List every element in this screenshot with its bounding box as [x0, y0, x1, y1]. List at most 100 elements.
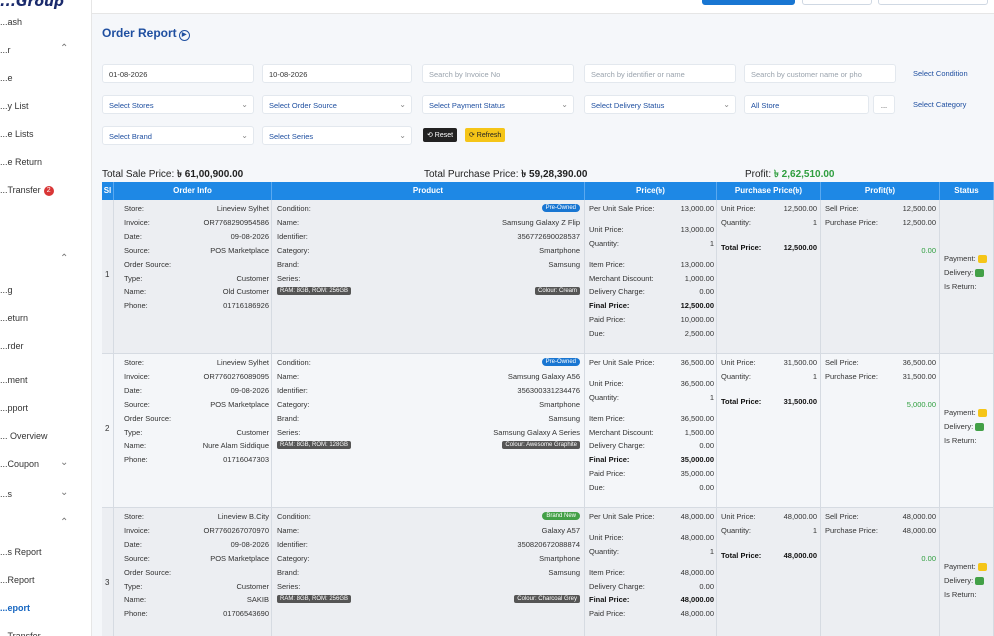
order-info-label: Name:: [124, 595, 147, 605]
delivery-status-select[interactable]: Select Delivery Status ⌄: [584, 95, 736, 114]
sidebar: ...Group ...ash ...r ⌃ ...e ...y List ...e Li…: [0, 0, 92, 636]
product-value: Samsung: [548, 567, 580, 577]
date-from-input[interactable]: 01-08-2026: [102, 64, 254, 83]
return-status: Is Return:: [944, 435, 977, 445]
price-label: Final Price:: [589, 301, 630, 311]
sidebar-item[interactable]: ...g: [0, 282, 91, 302]
order-info-value: Customer: [236, 427, 269, 437]
variant-tag: RAM: 8GB, ROM: 256GB: [277, 595, 352, 604]
purchase-label: Unit Price:: [721, 204, 756, 213]
sidebar-item[interactable]: ...Transfer 2: [0, 182, 91, 202]
sidebar-item[interactable]: ⌃: [0, 516, 91, 536]
sidebar-item-label: ...Transfer 2: [0, 185, 54, 196]
sidebar-item[interactable]: ...pport: [0, 400, 91, 420]
profit-label: Sell Price:: [825, 512, 859, 521]
condition-badge: Pre-Owned: [541, 204, 580, 212]
refresh-button[interactable]: ⟳ Refresh: [465, 128, 506, 142]
invoice-search-input[interactable]: Search by Invoice No: [422, 64, 574, 83]
table-row[interactable]: 1 Store: Lineview Sylhet Invoice: OR77682909…: [102, 200, 994, 354]
sidebar-item-label: ...e Return: [0, 157, 43, 167]
table-row[interactable]: 2 Store: Lineview Sylhet Invoice: OR77602760…: [102, 354, 994, 508]
customer-search-input[interactable]: Search by customer name or pho: [744, 64, 896, 83]
sidebar-item[interactable]: ...s Report: [0, 544, 91, 564]
top-button-3[interactable]: [878, 0, 988, 5]
order-info-label: Invoice:: [124, 371, 150, 381]
sidebar-item[interactable]: [0, 222, 91, 242]
sidebar-item[interactable]: ...Report: [0, 572, 91, 592]
sidebar-item[interactable]: ...ash: [0, 14, 91, 34]
series-select[interactable]: Select Series ⌄: [262, 126, 412, 145]
sidebar-item-label: ...pport: [0, 403, 29, 413]
sidebar-item[interactable]: ...rder: [0, 338, 91, 358]
profit-label: Sell Price:: [825, 204, 859, 213]
play-circle-icon[interactable]: ▶: [178, 30, 190, 41]
all-store-select[interactable]: All Store: [744, 95, 869, 114]
table-row[interactable]: 3 Store: Lineview B.City Invoice: OR77602670…: [102, 508, 994, 636]
sidebar-item-label: ... Overview: [0, 431, 48, 441]
variant-tag: RAM: 8GB, ROM: 256GB: [277, 287, 352, 296]
sidebar-item-label: ...s: [0, 489, 13, 499]
total-sale-value: ৳ 61,00,900.00: [177, 169, 244, 180]
sidebar-item[interactable]: ...ment: [0, 372, 91, 392]
more-button[interactable]: ...: [873, 95, 895, 114]
profit-value: 36,500.00: [902, 358, 936, 367]
profit-amount: 0.00: [921, 553, 936, 563]
sidebar-item[interactable]: ...e: [0, 70, 91, 90]
stores-select-label: Select Stores: [109, 101, 154, 110]
order-info-label: Date:: [124, 231, 142, 241]
sidebar-item[interactable]: ...e Lists: [0, 126, 91, 146]
sidebar-item[interactable]: ...eturn: [0, 310, 91, 330]
condition-badge: Pre-Owned: [541, 358, 580, 366]
product-label: Condition:: [277, 204, 311, 213]
sidebar-item[interactable]: ...y List: [0, 98, 91, 118]
chevron-up-icon[interactable]: ⌃: [60, 253, 68, 264]
sidebar-item-label: ...Report: [0, 575, 35, 585]
order-info-label: Store:: [124, 358, 145, 367]
order-info-value: 01706543690: [223, 609, 269, 619]
payment-status: Payment:: [944, 408, 987, 418]
price-label: Item Price:: [589, 413, 625, 423]
top-button-2[interactable]: [802, 0, 872, 5]
payment-status-select[interactable]: Select Payment Status ⌄: [422, 95, 574, 114]
sidebar-item-label: ...Transfer...: [0, 631, 48, 636]
brand-logo: ...Group: [0, 0, 64, 10]
order-info-value: OR7760267070970: [203, 525, 269, 535]
price-value: 48,000.00: [680, 512, 714, 521]
column-header: Profit(৳): [821, 182, 940, 200]
sidebar-item[interactable]: ...eport: [0, 600, 91, 620]
column-header: Sl: [102, 182, 114, 200]
purchase-value: 48,000.00: [783, 512, 817, 521]
purchase-label: Quantity:: [721, 217, 752, 227]
notification-badge: 2: [43, 186, 54, 196]
order-info-label: Type:: [124, 273, 143, 283]
order-source-select[interactable]: Select Order Source ⌄: [262, 95, 412, 114]
order-info-label: Source:: [124, 553, 150, 563]
brand-select[interactable]: Select Brand ⌄: [102, 126, 254, 145]
price-label: Quantity:: [589, 392, 620, 402]
chevron-down-icon[interactable]: ⌄: [60, 457, 68, 468]
purchase-value: 31,500.00: [783, 358, 817, 367]
stores-select[interactable]: Select Stores ⌄: [102, 95, 254, 114]
return-status: Is Return:: [944, 589, 977, 599]
identifier-search-input[interactable]: Search by identifier or name: [584, 64, 736, 83]
category-select[interactable]: Select Category: [907, 95, 994, 114]
sidebar-item[interactable]: ⌃: [0, 252, 91, 272]
sidebar-item[interactable]: ...s ⌄: [0, 486, 91, 506]
sidebar-item[interactable]: ...Transfer...: [0, 628, 91, 636]
condition-select[interactable]: Select Condition: [907, 64, 994, 83]
chevron-up-icon[interactable]: ⌃: [60, 517, 68, 528]
sidebar-item[interactable]: ...Coupon ⌄: [0, 456, 91, 476]
color-tag: Colour: Awesome Graphite: [502, 441, 580, 450]
profit-amount: 0.00: [921, 245, 936, 255]
sidebar-item[interactable]: ...e Return: [0, 154, 91, 174]
chevron-up-icon[interactable]: ⌃: [60, 43, 68, 54]
reset-button[interactable]: ⟲ Reset: [423, 128, 458, 142]
price-value: 36,500.00: [680, 358, 714, 367]
delivery-status-badge: [975, 576, 985, 585]
sidebar-item[interactable]: ... Overview: [0, 428, 91, 448]
product-value: 350820672088874: [517, 539, 580, 549]
sidebar-item[interactable]: ...r ⌃: [0, 42, 91, 62]
top-primary-button[interactable]: [702, 0, 795, 5]
chevron-down-icon[interactable]: ⌄: [60, 487, 68, 498]
date-to-input[interactable]: 10-08-2026: [262, 64, 412, 83]
